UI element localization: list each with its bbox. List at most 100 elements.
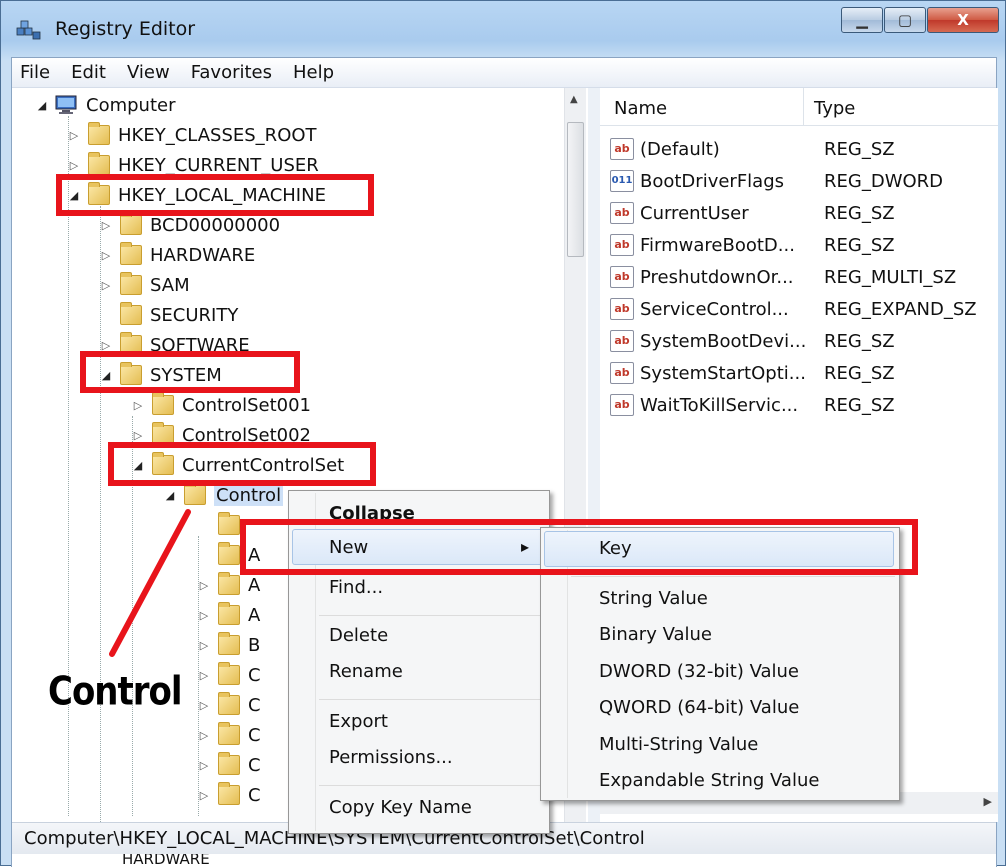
collapsed-arrow-icon[interactable]: ▷ xyxy=(196,609,212,622)
tree-item-child[interactable]: ▷ A xyxy=(196,600,260,630)
column-header-type[interactable]: Type xyxy=(814,98,855,119)
tree-label: C xyxy=(248,664,261,686)
collapsed-arrow-icon[interactable]: ▷ xyxy=(196,669,212,682)
value-row[interactable]: ab PreshutdownOr... REG_MULTI_SZ xyxy=(610,262,956,292)
value-row[interactable]: ab (Default) REG_SZ xyxy=(610,134,895,164)
string-value-icon: ab xyxy=(610,362,634,384)
folder-icon xyxy=(218,512,240,535)
tree-item-child[interactable]: ▷ C xyxy=(196,780,261,810)
value-row[interactable]: ab SystemBootDevi... REG_SZ xyxy=(610,326,895,356)
scroll-up-arrow-icon[interactable]: ▲ xyxy=(570,94,578,105)
collapsed-arrow-icon[interactable]: ▷ xyxy=(196,789,212,802)
folder-icon xyxy=(218,662,240,685)
close-button[interactable]: X xyxy=(927,7,999,33)
collapsed-arrow-icon[interactable]: ▷ xyxy=(130,399,146,412)
submenu-item-multi-string-value[interactable]: Multi-String Value xyxy=(599,734,758,755)
menu-bar: File Edit View Favorites Help xyxy=(12,58,996,88)
expanded-arrow-icon[interactable]: ◢ xyxy=(34,99,50,112)
value-row[interactable]: ab SystemStartOpti... REG_SZ xyxy=(610,358,895,388)
value-type: REG_SZ xyxy=(824,394,895,416)
value-row[interactable]: 011 BootDriverFlags REG_DWORD xyxy=(610,166,943,196)
string-value-icon: ab xyxy=(610,330,634,352)
collapsed-arrow-icon[interactable]: ▷ xyxy=(196,639,212,652)
tree-item-controlset001[interactable]: ▷ ControlSet001 xyxy=(130,390,311,420)
title-bar[interactable]: Registry Editor ▁ ▢ X xyxy=(1,1,1005,57)
menu-favorites[interactable]: Favorites xyxy=(191,62,272,83)
tree-item-child[interactable]: ▷ C xyxy=(196,720,261,750)
menu-help[interactable]: Help xyxy=(293,62,334,83)
tree-label: C xyxy=(248,724,261,746)
submenu-item-expandable-string-value[interactable]: Expandable String Value xyxy=(599,770,819,791)
submenu-item-binary-value[interactable]: Binary Value xyxy=(599,624,712,645)
menu-item-export[interactable]: Export xyxy=(329,711,388,732)
tree-item-child[interactable]: ▷ B xyxy=(196,630,260,660)
collapsed-arrow-icon[interactable]: ▷ xyxy=(196,699,212,712)
collapsed-arrow-icon[interactable]: ▷ xyxy=(98,339,114,352)
tree-item-sam[interactable]: ▷ SAM xyxy=(98,270,190,300)
collapsed-arrow-icon[interactable]: ▷ xyxy=(196,579,212,592)
tree-item-hardware[interactable]: ▷ HARDWARE xyxy=(98,240,255,270)
menu-separator xyxy=(319,699,545,700)
tree-item-child[interactable]: ▷ C xyxy=(196,660,261,690)
string-value-icon: ab xyxy=(610,234,634,256)
tree-item-hkey-classes-root[interactable]: ▷ HKEY_CLASSES_ROOT xyxy=(66,120,317,150)
tree-label: SECURITY xyxy=(150,304,239,326)
tree-label: HKEY_CLASSES_ROOT xyxy=(118,124,317,146)
folder-icon xyxy=(120,302,142,325)
collapsed-arrow-icon[interactable]: ▷ xyxy=(196,729,212,742)
menu-separator xyxy=(319,615,545,616)
menu-item-rename[interactable]: Rename xyxy=(329,661,403,682)
menu-view[interactable]: View xyxy=(127,62,170,83)
expanded-arrow-icon[interactable]: ◢ xyxy=(162,489,178,502)
collapsed-arrow-icon[interactable]: ▷ xyxy=(66,129,82,142)
column-header-name[interactable]: Name xyxy=(614,98,667,119)
menu-item-delete[interactable]: Delete xyxy=(329,625,388,646)
string-value-icon: ab xyxy=(610,394,634,416)
tree-item-child[interactable]: ▷ C xyxy=(196,750,261,780)
value-row[interactable]: ab ServiceControl... REG_EXPAND_SZ xyxy=(610,294,977,324)
collapsed-arrow-icon[interactable]: ▷ xyxy=(98,219,114,232)
highlight-box-currentcontrolset xyxy=(108,442,376,486)
computer-icon xyxy=(55,95,77,114)
collapsed-arrow-icon[interactable]: ▷ xyxy=(196,759,212,772)
tree-item-security[interactable]: SECURITY xyxy=(98,300,238,330)
collapsed-arrow-icon[interactable]: ▷ xyxy=(98,279,114,292)
value-type: REG_SZ xyxy=(824,138,895,160)
folder-icon xyxy=(218,752,240,775)
string-value-icon: ab xyxy=(610,298,634,320)
scroll-right-arrow-icon[interactable]: ▶ xyxy=(984,795,992,808)
folder-icon xyxy=(184,482,206,505)
scrollbar-thumb[interactable] xyxy=(567,122,584,257)
highlight-box-system xyxy=(80,351,300,393)
value-row[interactable]: ab WaitToKillServic... REG_SZ xyxy=(610,390,895,420)
tree-item-child[interactable]: ▷ C xyxy=(196,690,261,720)
menu-file[interactable]: File xyxy=(20,62,50,83)
collapsed-arrow-icon[interactable]: ▷ xyxy=(130,429,146,442)
menu-edit[interactable]: Edit xyxy=(71,62,106,83)
menu-item-copy-key-name[interactable]: Copy Key Name xyxy=(329,797,472,818)
value-name: CurrentUser xyxy=(640,202,749,224)
tree-item-computer[interactable]: ◢ Computer xyxy=(34,90,176,120)
binary-value-icon: 011 xyxy=(610,170,634,192)
menu-item-find[interactable]: Find... xyxy=(329,577,383,598)
window-title: Registry Editor xyxy=(55,18,196,40)
tree-label: C xyxy=(248,694,261,716)
folder-icon xyxy=(218,632,240,655)
value-row[interactable]: ab FirmwareBootD... REG_SZ xyxy=(610,230,895,260)
tree-label: B xyxy=(248,634,261,656)
value-name: WaitToKillServic... xyxy=(640,394,799,416)
column-divider[interactable] xyxy=(803,88,804,126)
folder-icon xyxy=(218,542,240,565)
value-row[interactable]: ab CurrentUser REG_SZ xyxy=(610,198,895,228)
minimize-button[interactable]: ▁ xyxy=(841,7,883,33)
submenu-item-qword-value[interactable]: QWORD (64-bit) Value xyxy=(599,697,799,718)
collapsed-arrow-icon[interactable]: ▷ xyxy=(66,159,82,172)
value-type: REG_EXPAND_SZ xyxy=(824,298,977,320)
submenu-item-string-value[interactable]: String Value xyxy=(599,588,708,609)
collapsed-arrow-icon[interactable]: ▷ xyxy=(98,249,114,262)
maximize-button[interactable]: ▢ xyxy=(884,7,926,33)
annotation-pointer-line xyxy=(109,509,191,657)
menu-item-permissions[interactable]: Permissions... xyxy=(329,747,453,768)
value-name: SystemStartOpti... xyxy=(640,362,806,384)
submenu-item-dword-value[interactable]: DWORD (32-bit) Value xyxy=(599,661,799,682)
